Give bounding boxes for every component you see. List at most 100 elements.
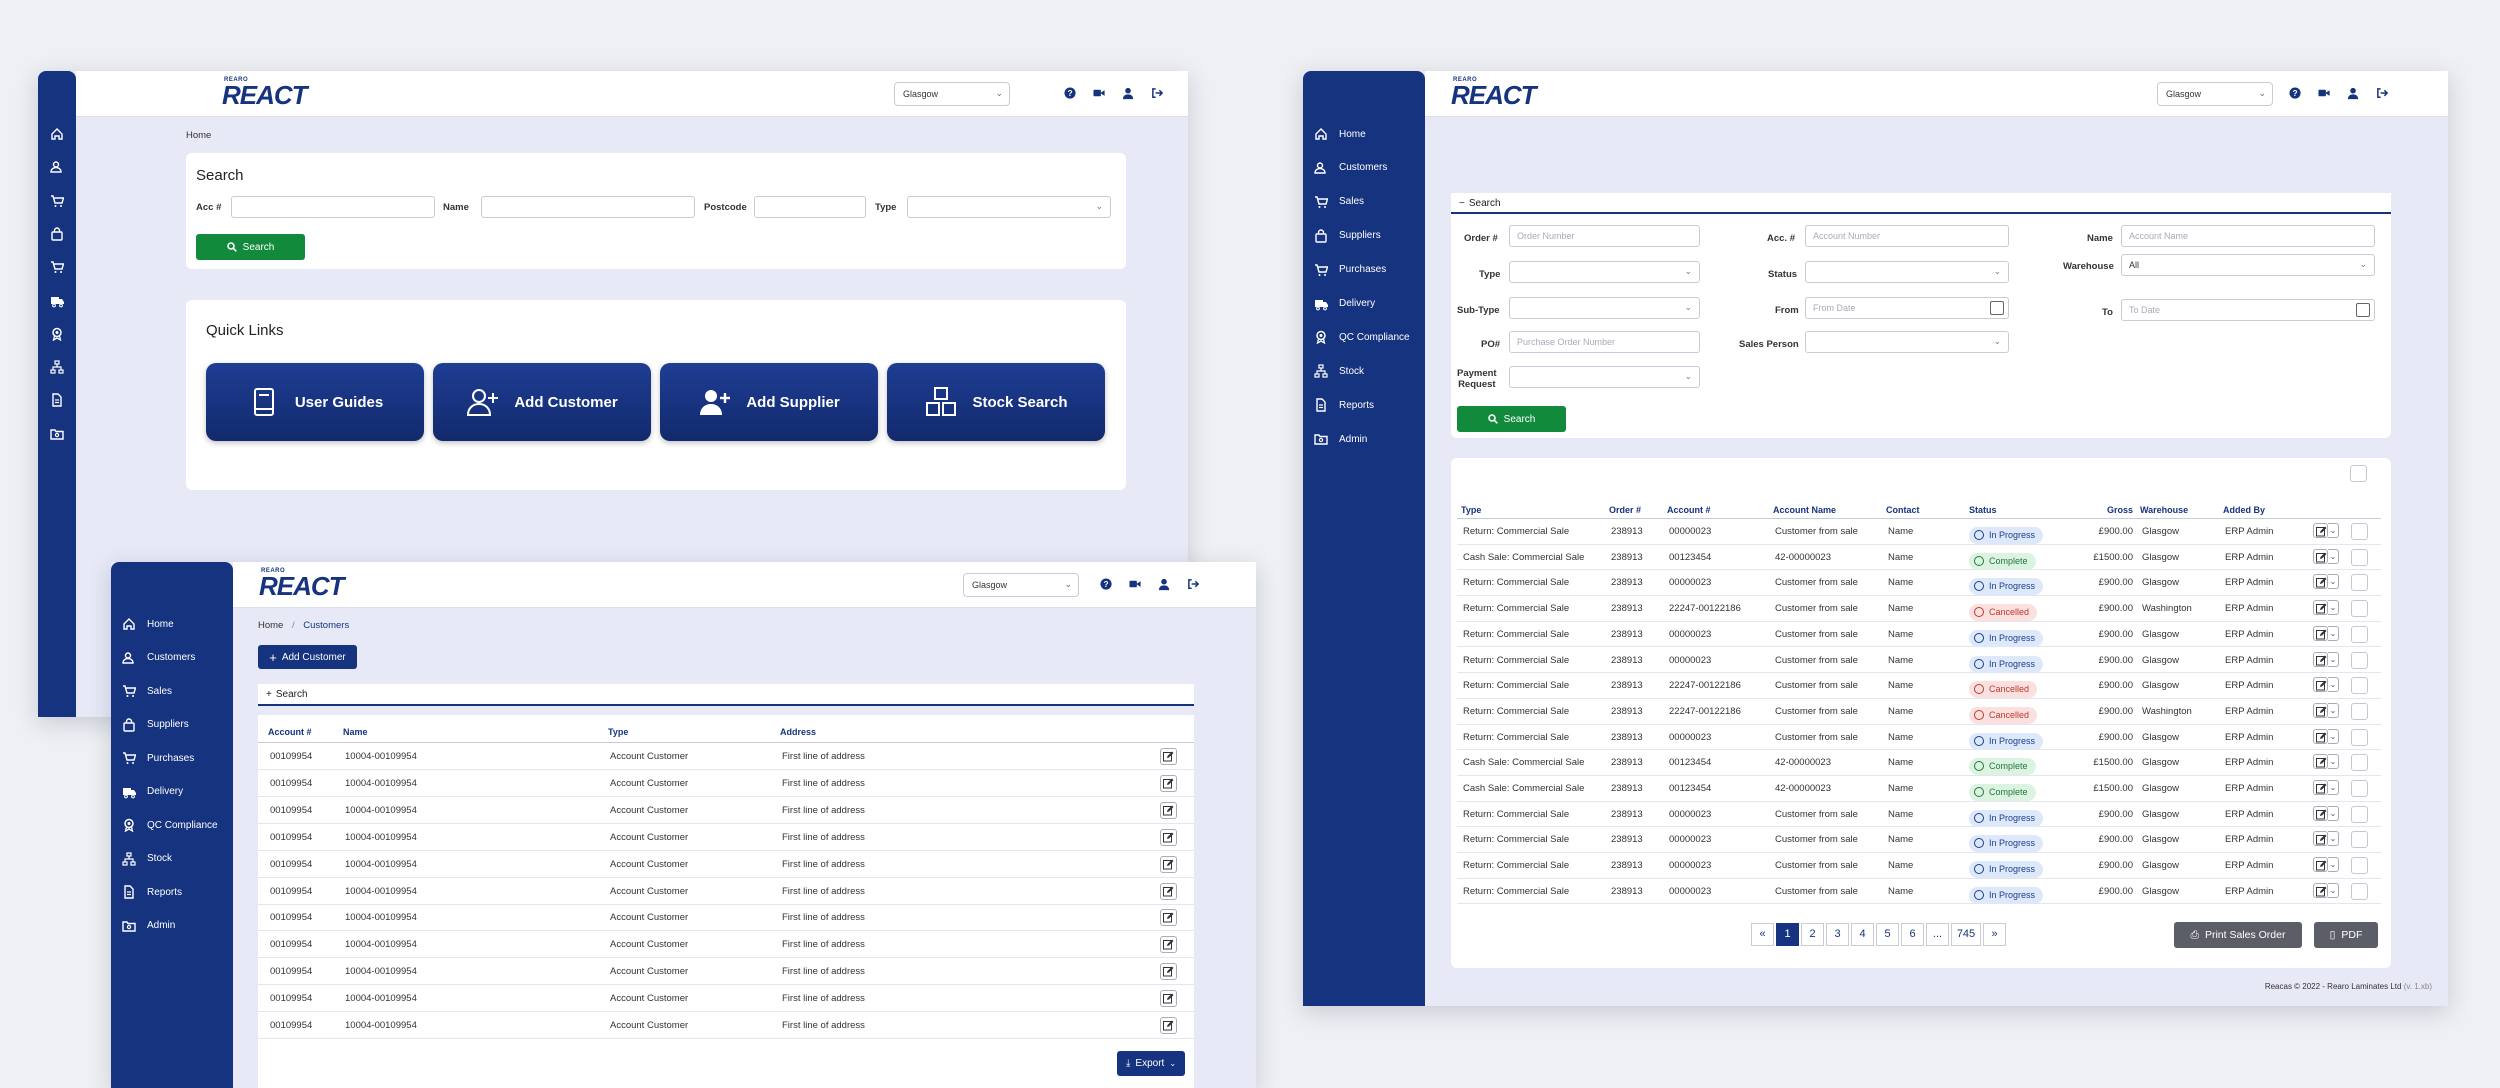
- sidebar-item-home[interactable]: Home: [122, 617, 174, 631]
- row-menu-chevron[interactable]: ⌄: [2328, 728, 2339, 744]
- search-toggle[interactable]: + Search: [258, 684, 1194, 706]
- type-select[interactable]: ⌄: [907, 196, 1111, 218]
- sidebar-item-home[interactable]: [50, 127, 75, 141]
- sidebar-item-suppliers[interactable]: Suppliers: [1314, 229, 1381, 243]
- table-row[interactable]: 00109954 10004-00109954 Account Customer Fi…: [258, 797, 1194, 824]
- edit-icon[interactable]: [1160, 936, 1177, 954]
- column-header[interactable]: Type: [1461, 505, 1481, 515]
- order-input[interactable]: Order Number: [1509, 225, 1700, 247]
- edit-icon[interactable]: [2313, 882, 2328, 898]
- table-row[interactable]: Return: Commercial Sale 238913 22247-00122…: [1457, 596, 2381, 622]
- user-icon[interactable]: [1158, 578, 1171, 591]
- edit-icon[interactable]: [2313, 548, 2328, 564]
- table-row[interactable]: 00109954 10004-00109954 Account Customer Fi…: [258, 878, 1194, 905]
- table-row[interactable]: 00109954 10004-00109954 Account Customer Fi…: [258, 931, 1194, 959]
- edit-icon[interactable]: [1160, 774, 1177, 792]
- sidebar-item-sales[interactable]: Sales: [122, 684, 172, 698]
- row-menu-chevron[interactable]: ⌄: [2328, 882, 2339, 898]
- export-button[interactable]: ⤓ Export ⌄: [1117, 1051, 1185, 1076]
- row-menu-chevron[interactable]: ⌄: [2328, 754, 2339, 770]
- status-select[interactable]: ⌄: [1805, 261, 2009, 283]
- row-menu-chevron[interactable]: ⌄: [2328, 805, 2339, 821]
- row-menu-chevron[interactable]: ⌄: [2328, 780, 2339, 795]
- from-date-input[interactable]: From Date: [1805, 297, 2009, 319]
- sidebar-item-purchases[interactable]: Purchases: [1314, 263, 1386, 277]
- sidebar-item-admin[interactable]: [50, 427, 75, 441]
- sidebar-item-sales[interactable]: Sales: [1314, 195, 1364, 209]
- subtype-select[interactable]: ⌄: [1509, 297, 1700, 319]
- sidebar-item-purchases[interactable]: [50, 260, 75, 274]
- calendar-icon[interactable]: [2356, 303, 2370, 317]
- row-menu-chevron[interactable]: ⌄: [2328, 651, 2339, 667]
- edit-icon[interactable]: [2313, 831, 2328, 847]
- row-checkbox[interactable]: [2351, 857, 2368, 875]
- row-menu-chevron[interactable]: ⌄: [2328, 625, 2339, 641]
- row-checkbox[interactable]: [2351, 625, 2368, 643]
- sidebar-item-customers[interactable]: Customers: [122, 651, 195, 665]
- acc-input[interactable]: Account Number: [1805, 225, 2009, 247]
- row-checkbox[interactable]: [2351, 702, 2368, 720]
- type-select[interactable]: ⌄: [1509, 261, 1700, 283]
- sidebar-item-stock[interactable]: Stock: [1314, 364, 1364, 378]
- table-row[interactable]: Return: Commercial Sale 238913 00000023 Cus…: [1457, 827, 2381, 854]
- row-checkbox[interactable]: [2351, 523, 2368, 540]
- column-header[interactable]: Type: [608, 727, 628, 737]
- page-button[interactable]: 3: [1826, 923, 1849, 946]
- video-icon[interactable]: [2318, 87, 2331, 100]
- page-next-button[interactable]: »: [1983, 923, 2006, 946]
- row-checkbox[interactable]: [2351, 600, 2368, 618]
- edit-icon[interactable]: [1160, 801, 1177, 819]
- page-button[interactable]: 2: [1801, 923, 1824, 946]
- sidebar-item-qc-compliance[interactable]: [50, 327, 75, 341]
- edit-icon[interactable]: [2313, 857, 2328, 873]
- sidebar-item-qc-compliance[interactable]: QC Compliance: [1314, 330, 1410, 345]
- row-menu-chevron[interactable]: ⌄: [2328, 831, 2339, 847]
- sidebar-item-customers[interactable]: Customers: [1314, 161, 1387, 175]
- payment-request-select[interactable]: ⌄: [1509, 366, 1700, 388]
- table-row[interactable]: 00109954 10004-00109954 Account Customer Fi…: [258, 904, 1194, 932]
- page-button[interactable]: 4: [1851, 923, 1874, 946]
- row-menu-chevron[interactable]: ⌄: [2328, 677, 2339, 693]
- row-checkbox[interactable]: [2351, 651, 2368, 669]
- edit-icon[interactable]: [1160, 1017, 1177, 1034]
- column-header[interactable]: Account Name: [1773, 505, 1836, 515]
- row-menu-chevron[interactable]: ⌄: [2328, 857, 2339, 873]
- select-all-checkbox[interactable]: [2350, 465, 2367, 482]
- table-row[interactable]: Return: Commercial Sale 238913 00000023 Cus…: [1457, 853, 2381, 879]
- row-menu-chevron[interactable]: ⌄: [2328, 548, 2339, 564]
- name-input[interactable]: Account Name: [2121, 225, 2375, 247]
- row-checkbox[interactable]: [2351, 882, 2368, 900]
- row-menu-chevron[interactable]: ⌄: [2328, 523, 2339, 538]
- edit-icon[interactable]: [2313, 728, 2328, 744]
- table-row[interactable]: 00109954 10004-00109954 Account Customer Fi…: [258, 958, 1194, 986]
- page-button[interactable]: 5: [1876, 923, 1899, 946]
- help-icon[interactable]: ?: [2289, 87, 2302, 100]
- logout-icon[interactable]: [2376, 87, 2389, 100]
- logout-icon[interactable]: [1151, 87, 1164, 100]
- edit-icon[interactable]: [2313, 805, 2328, 821]
- page-button[interactable]: 1: [1776, 923, 1799, 946]
- sidebar-item-qc-compliance[interactable]: QC Compliance: [122, 818, 218, 832]
- edit-icon[interactable]: [2313, 574, 2328, 590]
- edit-icon[interactable]: [1160, 963, 1177, 981]
- sidebar-item-delivery[interactable]: Delivery: [122, 785, 183, 799]
- table-row[interactable]: Cash Sale: Commercial Sale 238913 00123454…: [1457, 750, 2381, 776]
- user-guides-link[interactable]: User Guides: [206, 363, 424, 441]
- table-row[interactable]: 00109954 10004-00109954 Account Customer Fi…: [258, 770, 1194, 797]
- sidebar-item-purchases[interactable]: Purchases: [122, 751, 194, 765]
- sidebar-item-home[interactable]: Home: [1314, 127, 1366, 141]
- add-customer-link[interactable]: Add Customer: [433, 363, 651, 441]
- column-header[interactable]: Account #: [268, 727, 312, 737]
- sidebar-item-stock[interactable]: Stock: [122, 851, 172, 866]
- column-header[interactable]: Order #: [1609, 505, 1641, 515]
- row-checkbox[interactable]: [2351, 548, 2368, 566]
- row-checkbox[interactable]: [2351, 574, 2368, 592]
- sidebar-item-admin[interactable]: Admin: [1314, 432, 1367, 446]
- search-button[interactable]: Search: [196, 234, 305, 260]
- table-row[interactable]: 00109954 10004-00109954 Account Customer Fi…: [258, 824, 1194, 851]
- sidebar-item-delivery[interactable]: Delivery: [1314, 297, 1375, 311]
- edit-icon[interactable]: [2313, 754, 2328, 770]
- sales-person-select[interactable]: ⌄: [1805, 331, 2009, 353]
- location-select[interactable]: Glasgow ⌄: [2157, 82, 2273, 106]
- table-row[interactable]: Return: Commercial Sale 238913 22247-00122…: [1457, 699, 2381, 725]
